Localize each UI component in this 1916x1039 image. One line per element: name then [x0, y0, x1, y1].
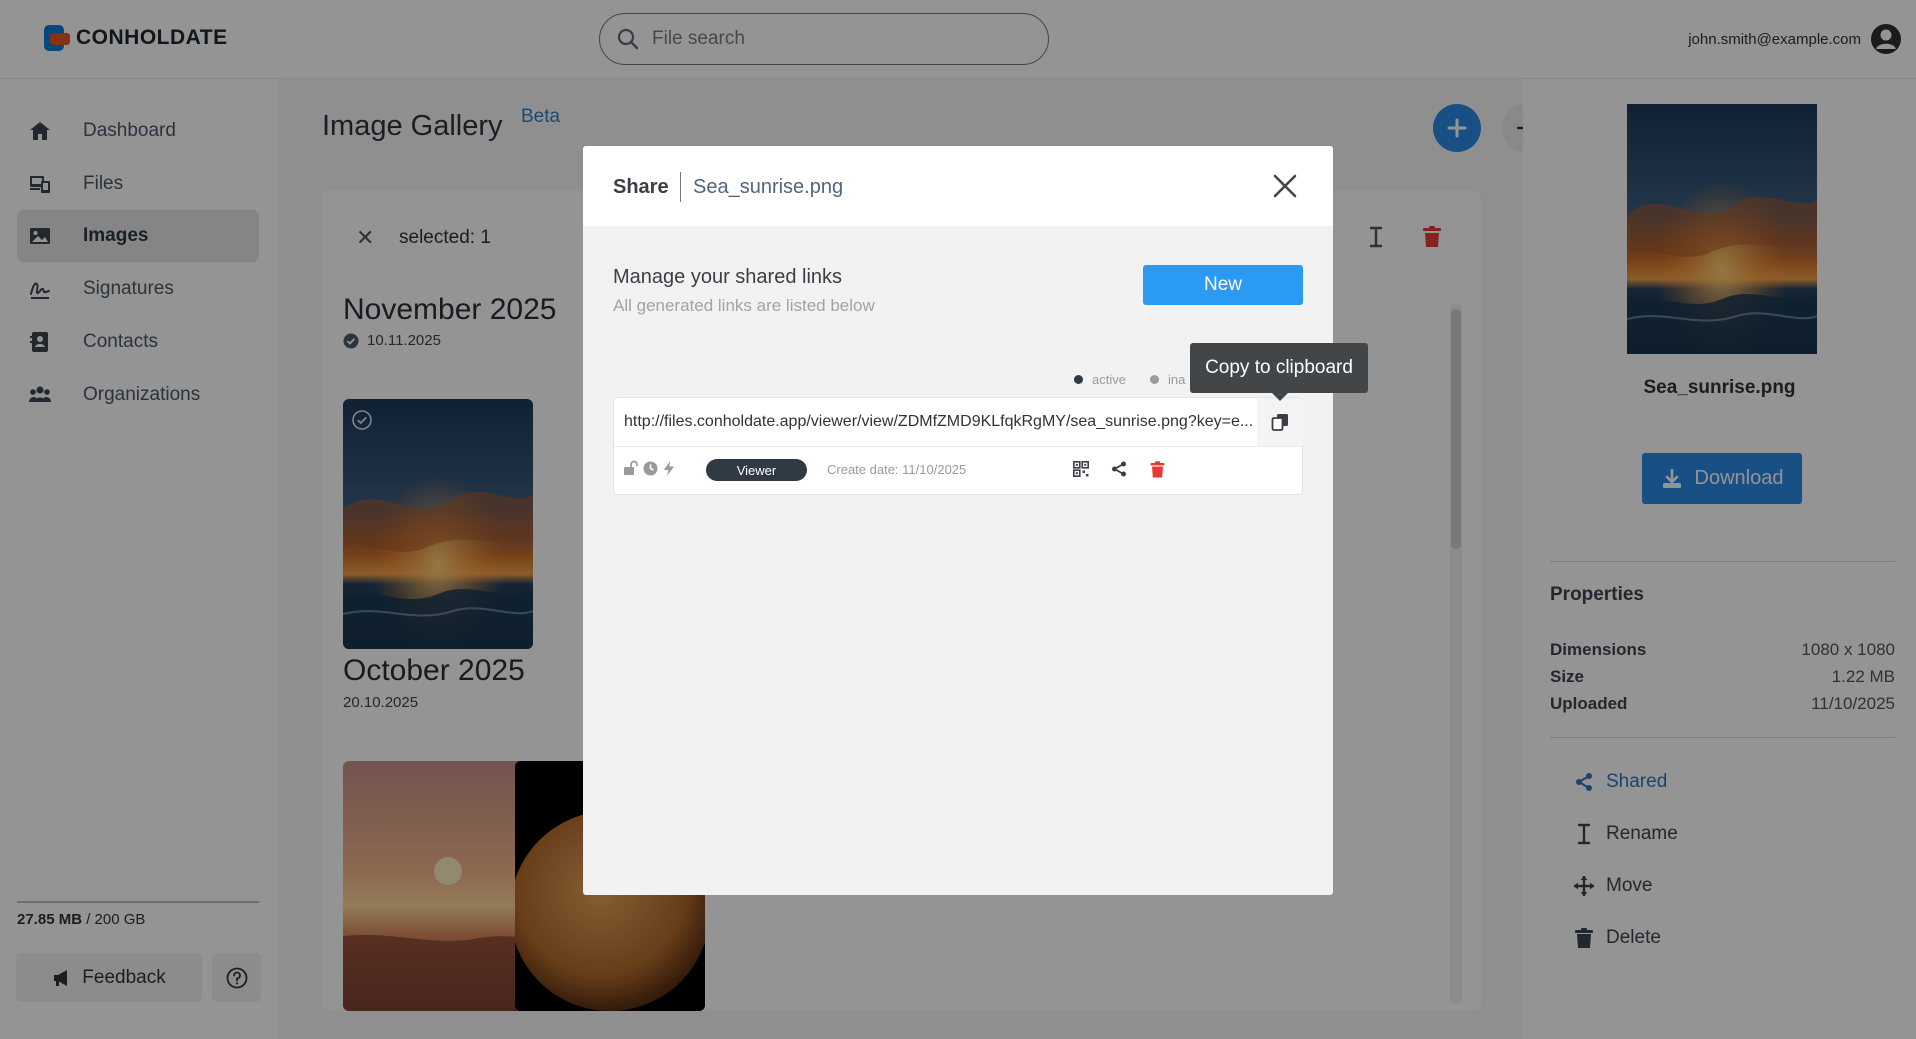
header-separator: [680, 172, 681, 202]
qr-code-icon: [1073, 461, 1089, 477]
role-badge: Viewer: [706, 459, 807, 481]
active-dot-icon: [1074, 375, 1083, 384]
copy-tooltip: Copy to clipboard: [1190, 343, 1368, 401]
clock-icon: [640, 458, 660, 478]
unlock-icon: [620, 458, 640, 478]
manage-links-subtitle: All generated links are listed below: [613, 296, 875, 315]
dialog-header: Share Sea_sunrise.png: [583, 146, 1333, 226]
bolt-icon: [659, 458, 679, 478]
close-icon[interactable]: [1269, 170, 1301, 202]
legend-label: ina: [1168, 372, 1186, 387]
qr-code-button[interactable]: [1069, 457, 1093, 481]
legend-inactive: ina: [1150, 372, 1185, 387]
new-link-button[interactable]: New: [1143, 265, 1303, 305]
share-dialog: Share Sea_sunrise.png Manage your shared…: [583, 146, 1368, 895]
shared-link-url[interactable]: http://files.conholdate.app/viewer/view/…: [624, 413, 1254, 431]
copy-to-clipboard-button[interactable]: [1257, 398, 1303, 446]
legend-active: active: [1074, 372, 1126, 387]
share-link-button[interactable]: [1107, 457, 1131, 481]
inactive-dot-icon: [1150, 375, 1159, 384]
shared-link-card: http://files.conholdate.app/viewer/view/…: [613, 397, 1303, 495]
trash-icon: [1150, 460, 1164, 477]
delete-link-button[interactable]: [1145, 457, 1169, 481]
copy-icon: [1271, 414, 1288, 431]
share-icon: [1112, 461, 1126, 477]
dialog-title: Share: [613, 176, 669, 198]
link-divider: [614, 446, 1302, 447]
manage-links-title: Manage your shared links: [613, 266, 843, 288]
dialog-file-name: Sea_sunrise.png: [693, 176, 844, 198]
create-date: Create date: 11/10/2025: [827, 462, 967, 477]
legend-label: active: [1092, 372, 1126, 387]
